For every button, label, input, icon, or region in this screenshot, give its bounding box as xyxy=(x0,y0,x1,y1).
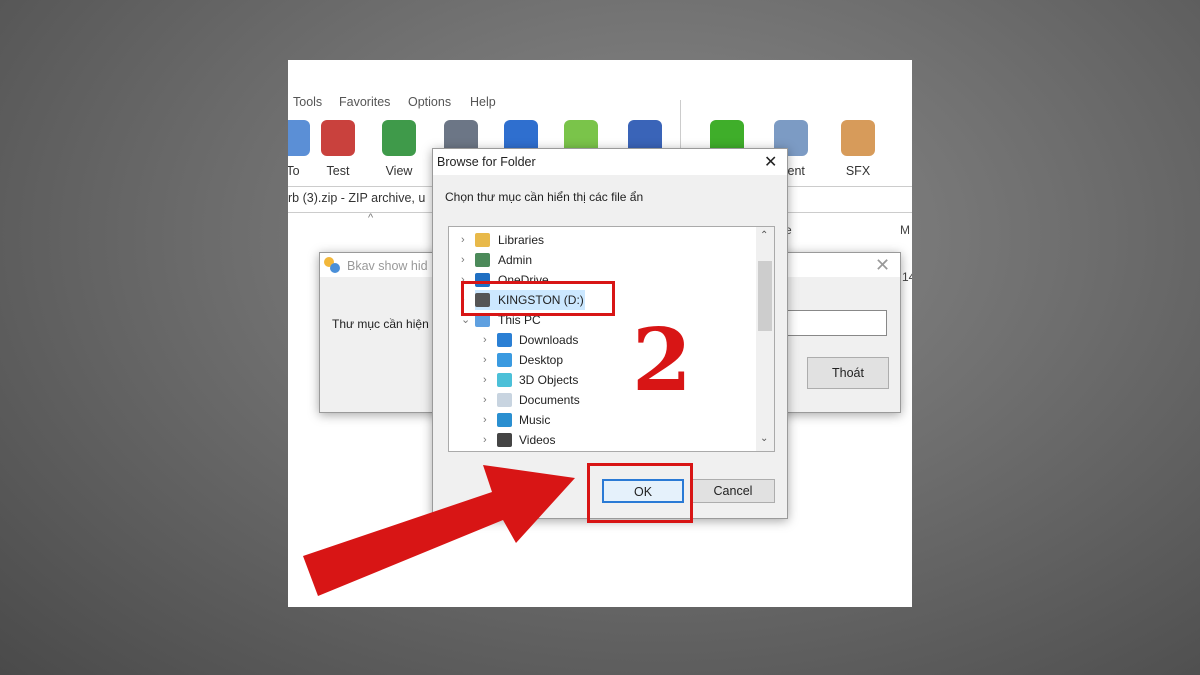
red-arrow xyxy=(303,465,575,596)
arrow-pointer xyxy=(303,465,575,596)
